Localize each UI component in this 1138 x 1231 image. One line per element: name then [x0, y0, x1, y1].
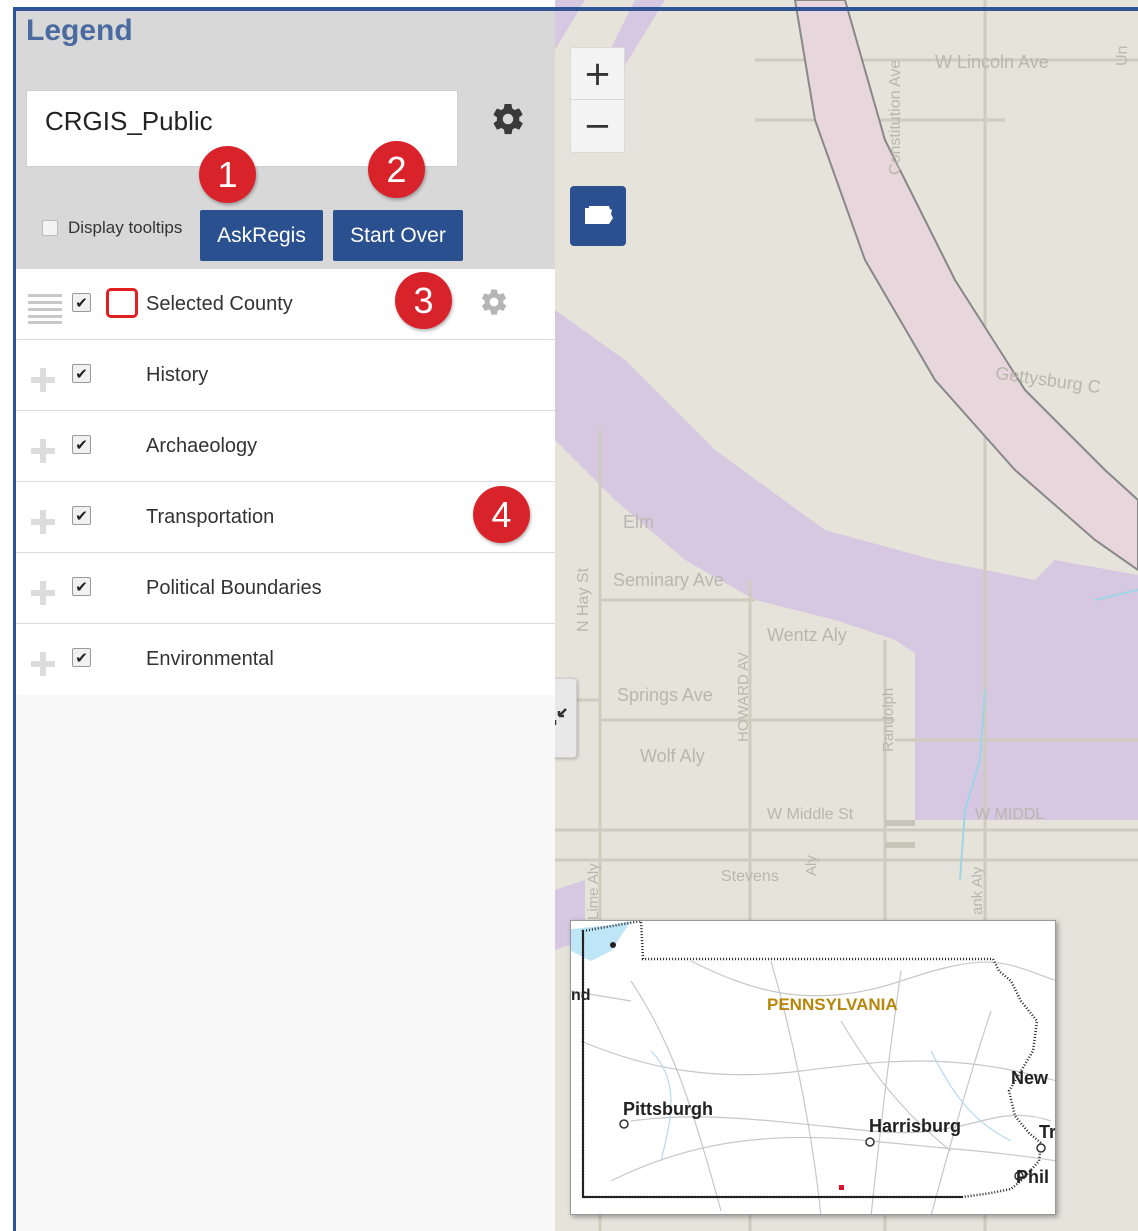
layer-name: Transportation — [146, 506, 275, 528]
collapse-arrows-icon — [555, 708, 567, 725]
overview-city-label: New — [1011, 1068, 1049, 1088]
map-service-value: CRGIS_Public — [45, 106, 213, 136]
zoom-out-button[interactable]: − — [571, 100, 624, 152]
layer-list: ✔ Selected County ✔ History ✔ Archaeolog… — [16, 269, 555, 695]
expand-plus-icon[interactable] — [28, 649, 58, 684]
street-label: Randolph — [880, 687, 897, 752]
street-label: W MIDDL — [975, 806, 1045, 823]
street-label: W Lincoln Ave — [935, 52, 1049, 72]
pennsylvania-icon — [585, 206, 613, 224]
street-label: Aly — [803, 855, 820, 876]
layer-name: Political Boundaries — [146, 577, 322, 599]
legend-panel: Legend CRGIS_Public Display tooltips Ask… — [16, 11, 555, 1231]
street-label: N Hay St — [575, 567, 592, 632]
legend-header: Legend CRGIS_Public Display tooltips Ask… — [16, 11, 555, 269]
window-top-border — [15, 7, 1138, 11]
layer-row-selected-county[interactable]: ✔ Selected County — [16, 269, 555, 340]
overview-map[interactable]: PENNSYLVANIA Pittsburgh Harrisburg New T… — [570, 920, 1056, 1215]
display-tooltips-checkbox[interactable] — [42, 220, 58, 236]
layer-visibility-checkbox[interactable]: ✔ — [72, 506, 91, 525]
layer-name: History — [146, 364, 209, 386]
street-label: Springs Ave — [617, 685, 713, 705]
street-label: Elm — [623, 512, 654, 532]
street-label: Wolf Aly — [640, 746, 705, 766]
zoom-in-button[interactable]: + — [571, 48, 624, 100]
street-label: HOWARD AV — [735, 651, 752, 742]
layer-visibility-checkbox[interactable]: ✔ — [72, 577, 91, 596]
overview-city-label: Pittsburgh — [623, 1099, 713, 1119]
drag-handle-icon[interactable] — [28, 294, 62, 329]
expand-plus-icon[interactable] — [28, 365, 58, 400]
layer-row-political-boundaries[interactable]: ✔ Political Boundaries — [16, 553, 555, 624]
street-label: ank Aly — [969, 866, 986, 915]
street-label: W Middle St — [767, 806, 854, 823]
annotation-badge: 2 — [368, 141, 425, 198]
layer-row-environmental[interactable]: ✔ Environmental — [16, 624, 555, 695]
overview-map-graphic — [571, 921, 1055, 1214]
zoom-control: + − — [570, 47, 625, 153]
layer-visibility-checkbox[interactable]: ✔ — [72, 648, 91, 667]
display-tooltips-label: Display tooltips — [68, 218, 183, 237]
annotation-badge: 3 — [395, 272, 452, 329]
overview-city-label: Tr — [1039, 1122, 1056, 1142]
street-label: Constitution Ave — [887, 59, 904, 175]
window-left-border — [13, 7, 16, 1231]
layer-name: Archaeology — [146, 435, 258, 457]
app-root: W Lincoln Ave Constitution Ave Un Gettys… — [0, 0, 1138, 1231]
layer-visibility-checkbox[interactable]: ✔ — [72, 293, 91, 312]
street-label: Un — [1114, 45, 1131, 66]
expand-plus-icon[interactable] — [28, 436, 58, 471]
layer-name: Selected County — [146, 293, 293, 315]
overview-state-label: PENNSYLVANIA — [767, 995, 898, 1014]
layer-symbol-swatch — [106, 288, 138, 318]
layer-row-history[interactable]: ✔ History — [16, 340, 555, 411]
collapse-panel-button[interactable] — [555, 678, 577, 758]
street-label: Wentz Aly — [767, 625, 847, 645]
state-extent-button[interactable] — [570, 186, 626, 246]
overview-city-label: nd — [571, 987, 591, 1004]
gear-icon[interactable] — [479, 287, 509, 322]
annotation-badge: 4 — [473, 486, 530, 543]
start-over-button[interactable]: Start Over — [333, 210, 463, 261]
overview-city-label: Phil — [1016, 1167, 1050, 1187]
street-label: Seminary Ave — [613, 570, 724, 590]
expand-plus-icon[interactable] — [28, 507, 58, 542]
layer-row-archaeology[interactable]: ✔ Archaeology — [16, 411, 555, 482]
askregis-button[interactable]: AskRegis — [200, 210, 323, 261]
street-label: Stevens — [721, 868, 779, 885]
legend-title: Legend — [26, 14, 133, 47]
layer-visibility-checkbox[interactable]: ✔ — [72, 364, 91, 383]
street-label: Lime Aly — [585, 863, 602, 920]
annotation-badge: 1 — [199, 146, 256, 203]
layer-name: Environmental — [146, 648, 274, 670]
expand-plus-icon[interactable] — [28, 578, 58, 613]
layer-visibility-checkbox[interactable]: ✔ — [72, 435, 91, 454]
gear-icon[interactable] — [490, 101, 526, 142]
map-view[interactable]: W Lincoln Ave Constitution Ave Un Gettys… — [555, 0, 1138, 1231]
overview-city-label: Harrisburg — [869, 1116, 962, 1136]
